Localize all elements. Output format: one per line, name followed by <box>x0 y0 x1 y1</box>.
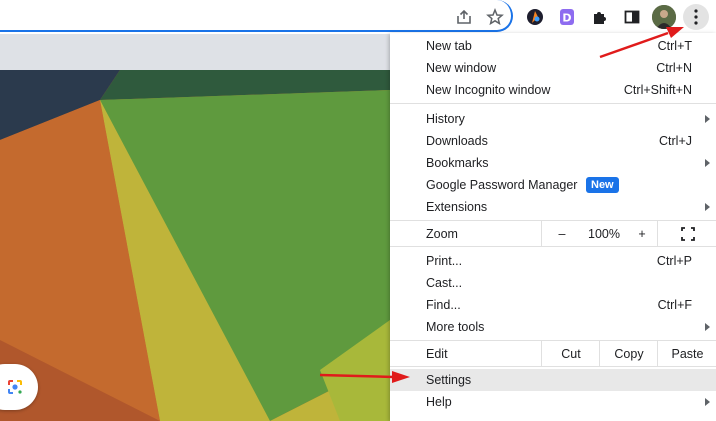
annotation-arrows <box>319 27 684 383</box>
annotation-arrow-to-menu-button <box>599 27 684 59</box>
annotation-arrow-to-settings <box>319 371 410 383</box>
